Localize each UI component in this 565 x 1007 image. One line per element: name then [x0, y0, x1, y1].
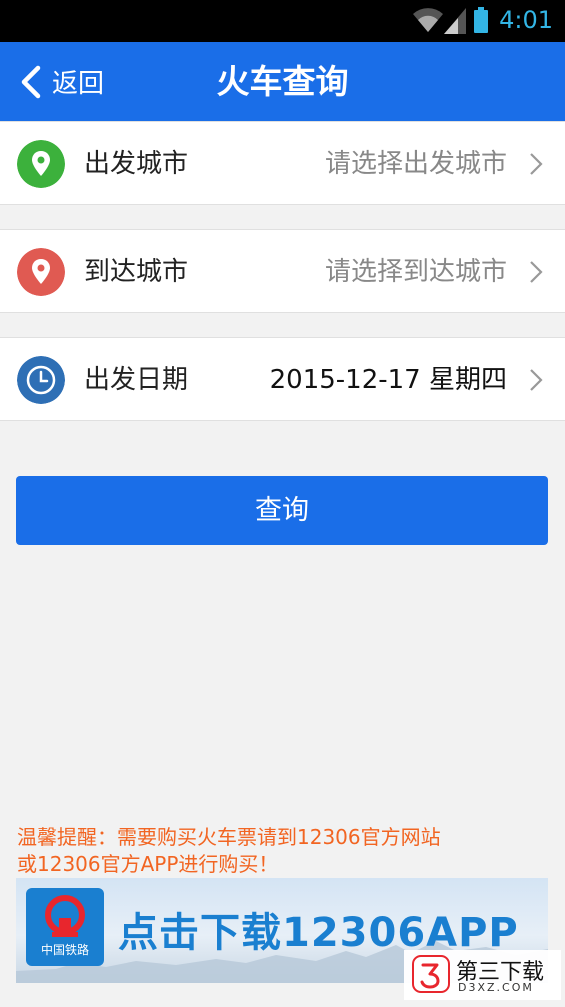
departure-city-label: 出发城市 [84, 149, 189, 179]
railway-emblem-icon [45, 895, 85, 937]
departure-date-value: 2015-12-17 星期四 [269, 365, 507, 395]
signal-icon [444, 8, 466, 34]
departure-city-value: 请选择出发城市 [324, 149, 507, 179]
back-label: 返回 [52, 69, 105, 99]
back-button[interactable]: 返回 [20, 42, 104, 121]
arrival-city-label: 到达城市 [84, 257, 189, 287]
tip-line-2: 或12306官方APP进行购买！ [17, 852, 279, 876]
battery-icon [474, 7, 488, 33]
arrival-city-row[interactable]: 到达城市 请选择到达城市 [0, 229, 565, 313]
tip-line-1: 温馨提醒：需要购买火车票请到12306官方网站 [17, 825, 441, 849]
departure-date-label: 出发日期 [84, 365, 189, 395]
wifi-icon [413, 8, 443, 33]
chevron-right-icon [530, 261, 543, 283]
clock-icon [17, 356, 65, 404]
arrival-city-value: 请选择到达城市 [324, 257, 507, 287]
watermark-subtitle: D3XZ.COM [458, 981, 534, 994]
watermark-logo-icon [412, 955, 450, 993]
location-pin-icon [17, 248, 65, 296]
status-time: 4:01 [499, 6, 553, 34]
departure-date-row[interactable]: 出发日期 2015-12-17 星期四 [0, 337, 565, 421]
site-watermark: 第三下载 D3XZ.COM [404, 950, 561, 1000]
departure-city-row[interactable]: 出发城市 请选择出发城市 [0, 121, 565, 205]
chevron-right-icon [530, 369, 543, 391]
location-pin-icon [17, 140, 65, 188]
chevron-right-icon [530, 153, 543, 175]
query-button[interactable]: 查询 [16, 476, 548, 545]
status-bar: 4:01 [0, 0, 565, 42]
logo-text: 中国铁路 [40, 943, 89, 957]
chevron-left-icon [21, 65, 41, 98]
purchase-tip: 温馨提醒：需要购买火车票请到12306官方网站 或12306官方APP进行购买！ [17, 824, 517, 878]
nav-bar: 返回 火车查询 [0, 42, 565, 121]
china-railway-logo: 中国铁路 [26, 888, 104, 966]
